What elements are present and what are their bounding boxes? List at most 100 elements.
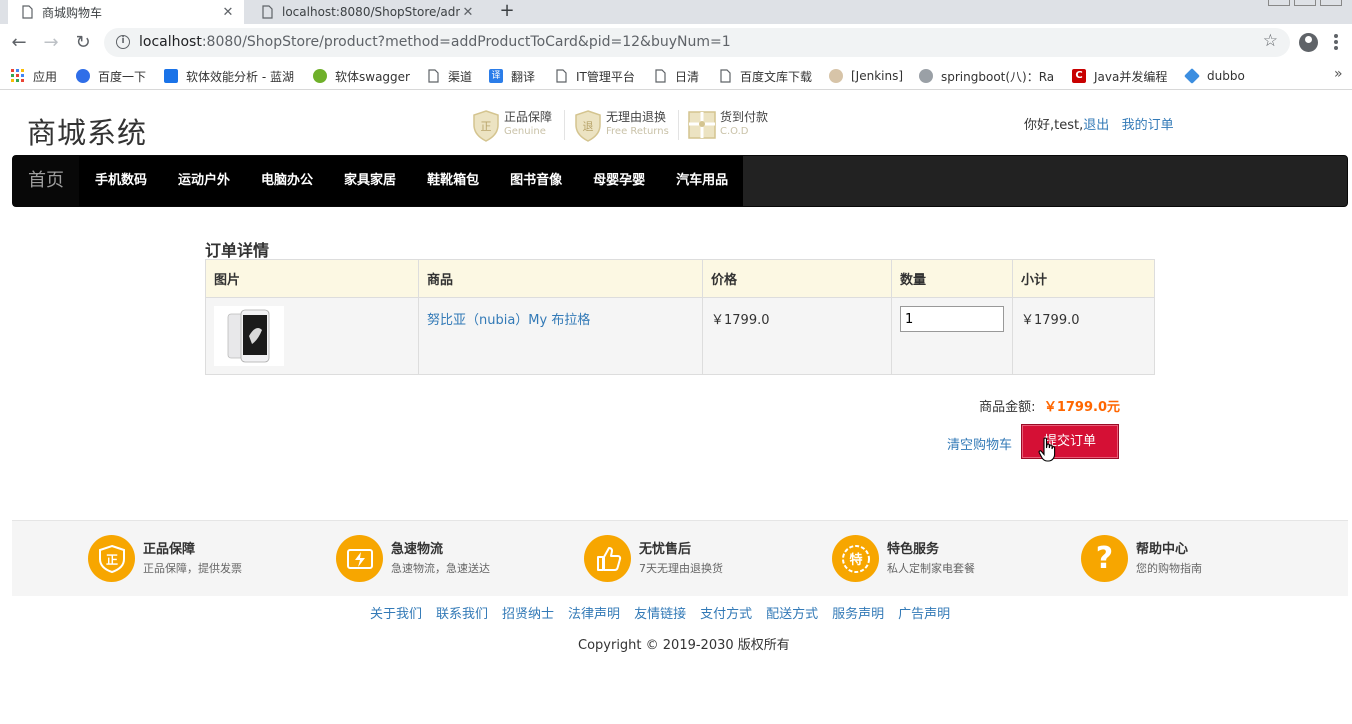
- footer-links: 关于我们 联系我们 招贤纳士 法律声明 友情链接 支付方式 配送方式 服务声明 …: [370, 603, 964, 622]
- returns-shield-icon: 退: [574, 110, 602, 142]
- url-text[interactable]: localhost:8080/ShopStore/product?method=…: [139, 34, 731, 50]
- nav-category-furniture[interactable]: 家具家居: [328, 156, 411, 206]
- copyright-text: Copyright © 2019-2030 版权所有: [578, 638, 790, 653]
- footer-link-payment[interactable]: 支付方式: [700, 603, 752, 622]
- help-icon: ?: [1081, 535, 1128, 582]
- footer-link-legal[interactable]: 法律声明: [568, 603, 620, 622]
- feature-fast-delivery: 急速物流 急速物流，急速送达: [336, 535, 490, 582]
- site-info-icon[interactable]: i: [116, 35, 130, 49]
- window-close-icon[interactable]: [1320, 0, 1342, 6]
- nav-home-link[interactable]: 首页: [13, 156, 79, 206]
- subtotal-cell: ￥1799.0: [1012, 297, 1155, 375]
- dubbo-icon: [1184, 68, 1200, 84]
- column-header-price: 价格: [702, 259, 892, 298]
- bookmark-jenkins[interactable]: [Jenkins]: [829, 67, 903, 85]
- page-icon: [554, 69, 568, 83]
- price-cell: ￥1799.0: [702, 297, 892, 375]
- cod-gift-icon: [688, 110, 716, 142]
- divider: [564, 110, 565, 140]
- bookmarks-bar: 应用 百度一下 软体效能分析 - 蓝湖 软体swagger 渠道 译 翻译 IT…: [0, 62, 1352, 90]
- feature-after-sales: 无忧售后 7天无理由退换货: [584, 535, 723, 582]
- browser-toolbar: ← → ↻ i localhost:8080/ShopStore/product…: [0, 24, 1352, 62]
- divider: [678, 110, 679, 140]
- column-header-image: 图片: [205, 259, 419, 298]
- genuine-shield-icon: 正: [472, 110, 500, 142]
- promise-returns: 退 无理由退换 Free Returns: [574, 110, 669, 142]
- jenkins-icon: [829, 69, 843, 83]
- blog-icon: [919, 69, 933, 83]
- nav-category-maternity[interactable]: 母婴孕婴: [577, 156, 660, 206]
- product-image[interactable]: [214, 306, 284, 366]
- baidu-paw-icon: [76, 69, 90, 83]
- bookmark-dubbo[interactable]: dubbo: [1184, 67, 1245, 85]
- nav-category-sports[interactable]: 运动户外: [162, 156, 245, 206]
- browser-tab-strip: 商城购物车 ✕ localhost:8080/ShopStore/adn ✕ +: [0, 0, 1352, 24]
- bookmark-wenku[interactable]: 百度文库下载: [718, 67, 812, 85]
- nav-category-phones[interactable]: 手机数码: [79, 156, 162, 206]
- profile-avatar-icon[interactable]: [1299, 33, 1318, 52]
- product-link[interactable]: 努比亚（nubia）My 布拉格: [427, 309, 590, 328]
- nav-category-shoes-bags[interactable]: 鞋靴箱包: [411, 156, 494, 206]
- close-tab-icon[interactable]: ✕: [460, 5, 476, 20]
- bookmark-lanhu[interactable]: 软体效能分析 - 蓝湖: [164, 67, 294, 85]
- csdn-icon: C: [1072, 69, 1086, 83]
- svg-text:正: 正: [481, 120, 492, 133]
- service-features-bar: 正 正品保障 正品保障，提供发票 急速物流 急速物流，急速送达 无忧售后 7天无理由退…: [12, 520, 1348, 596]
- user-bar: 你好,test,退出 我的订单: [1024, 114, 1174, 133]
- cart-total: 商品金额: ￥1799.0元: [979, 396, 1120, 415]
- maximize-icon[interactable]: [1294, 0, 1316, 6]
- new-tab-button[interactable]: +: [496, 0, 518, 24]
- tab-title: localhost:8080/ShopStore/adn: [282, 5, 460, 19]
- browser-menu-icon[interactable]: [1334, 34, 1338, 52]
- minimize-icon[interactable]: [1268, 0, 1290, 6]
- my-orders-link[interactable]: 我的订单: [1122, 118, 1174, 133]
- bookmark-apps[interactable]: 应用: [11, 67, 57, 85]
- nav-category-books-media[interactable]: 图书音像: [494, 156, 577, 206]
- address-bar[interactable]: i localhost:8080/ShopStore/product?metho…: [104, 28, 1290, 57]
- more-bookmarks-icon[interactable]: »: [1334, 66, 1343, 82]
- bookmark-riqing[interactable]: 日清: [653, 67, 699, 85]
- swagger-icon: [313, 69, 327, 83]
- quantity-input[interactable]: [900, 306, 1004, 332]
- svg-text:退: 退: [583, 120, 594, 133]
- reload-icon[interactable]: ↻: [72, 32, 94, 54]
- promise-cod: 货到付款 C.O.D: [688, 110, 768, 142]
- total-label: 商品金额:: [979, 400, 1036, 415]
- back-arrow-icon[interactable]: ←: [8, 32, 30, 54]
- bookmark-star-icon[interactable]: ☆: [1263, 31, 1278, 51]
- nav-category-auto[interactable]: 汽车用品: [660, 156, 743, 206]
- bookmark-it-platform[interactable]: IT管理平台: [554, 67, 635, 85]
- footer-link-careers[interactable]: 招贤纳士: [502, 603, 554, 622]
- footer-link-service[interactable]: 服务声明: [832, 603, 884, 622]
- submit-order-button[interactable]: 提交订单: [1021, 424, 1119, 459]
- clear-cart-link[interactable]: 清空购物车: [947, 434, 1012, 453]
- footer-link-delivery[interactable]: 配送方式: [766, 603, 818, 622]
- logout-link[interactable]: 退出: [1083, 118, 1109, 133]
- apps-grid-icon: [11, 69, 25, 83]
- footer-link-contact[interactable]: 联系我们: [436, 603, 488, 622]
- bookmark-swagger[interactable]: 软体swagger: [313, 67, 410, 85]
- nav-category-computers[interactable]: 电脑办公: [245, 156, 328, 206]
- bookmark-java-concurrency[interactable]: C Java并发编程: [1072, 67, 1167, 85]
- page-icon: [20, 5, 34, 19]
- genuine-badge-icon: 正: [88, 535, 135, 582]
- page-icon: [718, 69, 732, 83]
- browser-tab[interactable]: localhost:8080/ShopStore/adn ✕: [248, 0, 484, 24]
- page-icon: [426, 69, 440, 83]
- feature-genuine: 正 正品保障 正品保障，提供发票: [88, 535, 242, 582]
- footer-link-about[interactable]: 关于我们: [370, 603, 422, 622]
- column-header-product: 商品: [418, 259, 703, 298]
- footer-link-ads[interactable]: 广告声明: [898, 603, 950, 622]
- browser-tab-active[interactable]: 商城购物车 ✕: [8, 0, 244, 24]
- nav-category-list: 手机数码 运动户外 电脑办公 家具家居 鞋靴箱包 图书音像 母婴孕婴 汽车用品: [79, 156, 744, 206]
- bookmark-channel[interactable]: 渠道: [426, 67, 472, 85]
- bookmark-springboot[interactable]: springboot(八)：Ra: [919, 67, 1055, 85]
- bookmark-baidu[interactable]: 百度一下: [76, 67, 146, 85]
- footer-link-friends[interactable]: 友情链接: [634, 603, 686, 622]
- forward-arrow-icon[interactable]: →: [40, 32, 62, 54]
- greeting-text: 你好,test,: [1024, 118, 1084, 133]
- bookmark-translate[interactable]: 译 翻译: [489, 67, 535, 85]
- close-tab-icon[interactable]: ✕: [220, 5, 236, 20]
- site-logo[interactable]: 商城系统: [27, 110, 147, 152]
- feature-help-center: ? 帮助中心 您的购物指南: [1081, 535, 1202, 582]
